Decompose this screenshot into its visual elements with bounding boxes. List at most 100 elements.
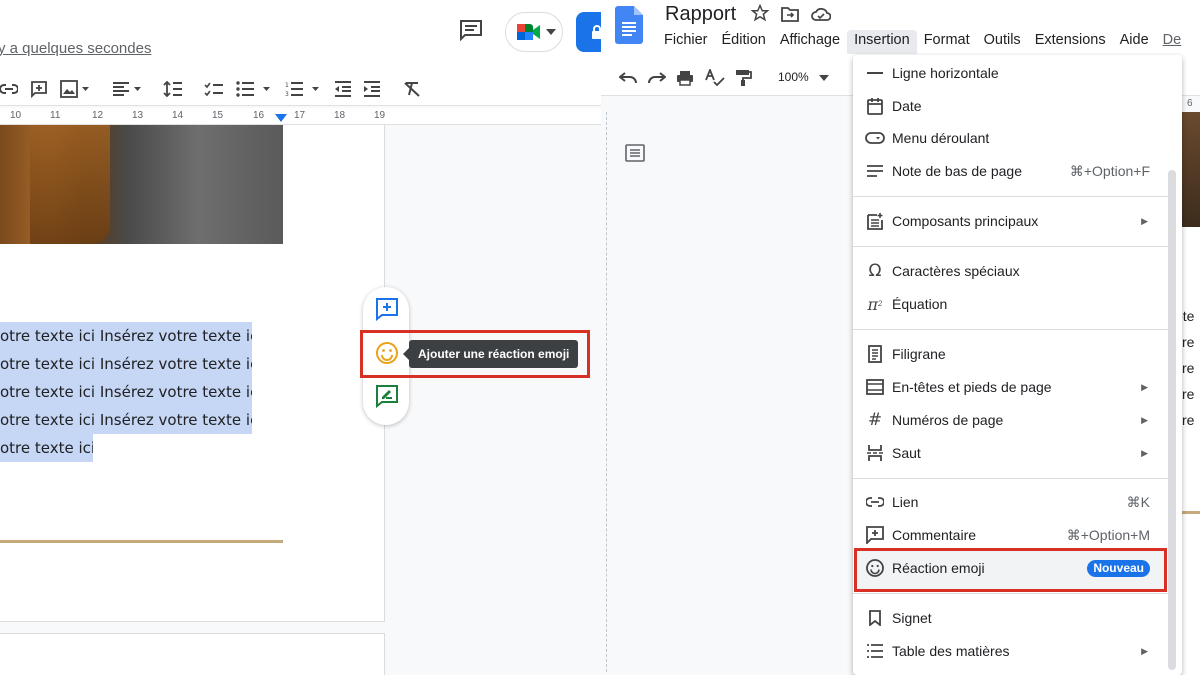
svg-text:3: 3	[285, 91, 289, 97]
menu-scrollbar[interactable]	[1168, 170, 1176, 670]
menu-item-label: Signet	[892, 610, 932, 626]
shortcut-label: ⌘K	[1126, 493, 1150, 510]
star-icon[interactable]	[750, 3, 770, 27]
menu-insertion[interactable]: Insertion	[847, 30, 917, 54]
menu-item-table-of-contents[interactable]: Table des matières ▶	[853, 635, 1168, 667]
svg-text:1: 1	[285, 82, 289, 89]
google-docs-icon[interactable]	[615, 6, 643, 44]
selected-text-line[interactable]: otre texte ici.	[0, 434, 93, 462]
clear-formatting-icon[interactable]	[403, 79, 421, 99]
menu-outils[interactable]: Outils	[977, 30, 1028, 54]
menu-fichier[interactable]: Fichier	[657, 30, 715, 54]
suggest-edits-icon[interactable]	[373, 382, 401, 410]
header-footer-icon	[865, 377, 885, 397]
menu-item-dropdown[interactable]: Menu déroulant	[853, 122, 1168, 154]
ruler-tick: 14	[172, 110, 184, 121]
menu-separator	[853, 329, 1168, 330]
emoji-reaction-tooltip: Ajouter une réaction emoji	[402, 340, 579, 368]
bullet-list-icon[interactable]	[236, 79, 274, 99]
submenu-arrow-icon: ▶	[1141, 215, 1148, 226]
menu-format[interactable]: Format	[917, 30, 977, 54]
menu-item-page-numbers[interactable]: # Numéros de page ▶	[853, 404, 1168, 436]
menu-item-building-blocks[interactable]: Composants principaux ▶	[853, 205, 1168, 237]
paint-format-icon[interactable]	[734, 68, 752, 88]
menu-last-edit[interactable]: De	[1156, 30, 1189, 54]
last-edit-status[interactable]: y a quelques secondes	[0, 40, 151, 57]
menu-edition[interactable]: Édition	[715, 30, 773, 54]
selected-text-line[interactable]: otre texte ici Insérez votre texte ici	[0, 322, 252, 350]
ruler-tick: 10	[10, 110, 22, 121]
add-comment-icon[interactable]	[30, 79, 48, 99]
menu-item-label: Date	[892, 98, 922, 114]
chevron-down-icon	[546, 29, 556, 35]
add-comment-icon[interactable]	[373, 295, 401, 323]
menu-item-label: Menu déroulant	[892, 130, 990, 146]
link-icon[interactable]	[0, 79, 18, 99]
insert-menu: Ligne horizontale Date Menu déroulant No…	[853, 55, 1182, 675]
meet-icon	[517, 24, 540, 40]
page-text-fragment: re	[1182, 360, 1195, 376]
increase-indent-icon[interactable]	[363, 79, 381, 99]
menu-aide[interactable]: Aide	[1113, 30, 1156, 54]
selected-text-line[interactable]: otre texte ici Insérez votre texte ici	[0, 406, 252, 434]
insert-image-icon[interactable]	[60, 79, 90, 99]
bookmark-icon	[865, 608, 885, 628]
numbered-list-icon[interactable]: 13	[285, 79, 323, 99]
menu-item-horizontal-line[interactable]: Ligne horizontale	[853, 57, 1168, 89]
decrease-indent-icon[interactable]	[334, 79, 352, 99]
building-blocks-icon	[865, 211, 885, 231]
menu-item-headers-footers[interactable]: En-têtes et pieds de page ▶	[853, 371, 1168, 403]
print-icon[interactable]	[676, 68, 694, 88]
menu-item-break[interactable]: Saut ▶	[853, 437, 1168, 469]
menu-item-footnote[interactable]: Note de bas de page ⌘+Option+F	[853, 155, 1168, 187]
spellcheck-icon[interactable]	[705, 68, 725, 88]
menu-item-equation[interactable]: π2 Équation	[853, 288, 1168, 320]
document-title[interactable]: Rapport	[665, 3, 736, 26]
ruler-tick: 18	[334, 110, 346, 121]
ruler[interactable]: 10 11 12 13 14 15 16 17 18 19	[0, 108, 601, 125]
align-icon[interactable]	[112, 79, 142, 99]
menu-item-link[interactable]: Lien ⌘K	[853, 486, 1168, 518]
undo-icon[interactable]	[619, 68, 637, 88]
menu-item-label: Commentaire	[892, 527, 977, 543]
page-break-icon	[865, 443, 885, 463]
ruler-tick: 6	[1187, 98, 1193, 109]
toc-icon	[865, 641, 885, 661]
left-screenshot: y a quelques secondes 13 10 11 12 13 14 …	[0, 0, 601, 675]
menu-item-label: Saut	[892, 445, 921, 461]
watermark-icon	[865, 344, 885, 364]
meet-button[interactable]	[505, 12, 563, 52]
share-button[interactable]	[576, 12, 601, 52]
page-text-fragment: re	[1182, 386, 1195, 402]
menu-item-bookmark[interactable]: Signet	[853, 602, 1168, 634]
menu-item-comment[interactable]: Commentaire ⌘+Option+M	[853, 519, 1168, 551]
redo-icon[interactable]	[648, 68, 666, 88]
checklist-icon[interactable]	[204, 79, 224, 99]
menu-item-date[interactable]: Date	[853, 90, 1168, 122]
selected-text-line[interactable]: otre texte ici Insérez votre texte ici	[0, 350, 252, 378]
menu-item-watermark[interactable]: Filigrane	[853, 338, 1168, 370]
line-spacing-icon[interactable]	[163, 79, 183, 99]
cloud-saved-icon[interactable]	[811, 6, 832, 27]
zoom-select[interactable]: 100%	[778, 70, 809, 84]
comment-history-icon[interactable]	[458, 18, 484, 42]
submenu-arrow-icon: ▶	[1141, 414, 1148, 425]
selected-text-line[interactable]: otre texte ici Insérez votre texte ici	[0, 378, 252, 406]
page-text-fragment: re	[1182, 412, 1195, 428]
document-outline-icon[interactable]	[625, 144, 645, 167]
calendar-icon	[865, 96, 885, 116]
ruler-tick: 12	[92, 110, 104, 121]
menu-separator	[853, 478, 1168, 479]
menu-item-label: En-têtes et pieds de page	[892, 379, 1052, 395]
move-folder-icon[interactable]	[781, 6, 799, 27]
submenu-arrow-icon: ▶	[1141, 447, 1148, 458]
menu-extensions[interactable]: Extensions	[1028, 30, 1113, 54]
shortcut-label: ⌘+Option+M	[1066, 526, 1150, 543]
menu-affichage[interactable]: Affichage	[773, 30, 847, 54]
submenu-arrow-icon: ▶	[1141, 381, 1148, 392]
menu-item-special-characters[interactable]: Ω Caractères spéciaux	[853, 255, 1168, 287]
chevron-down-icon[interactable]	[819, 68, 829, 88]
menu-item-label: Ligne horizontale	[892, 65, 999, 81]
menu-item-label: Équation	[892, 296, 948, 312]
vertical-ruler	[601, 112, 607, 672]
